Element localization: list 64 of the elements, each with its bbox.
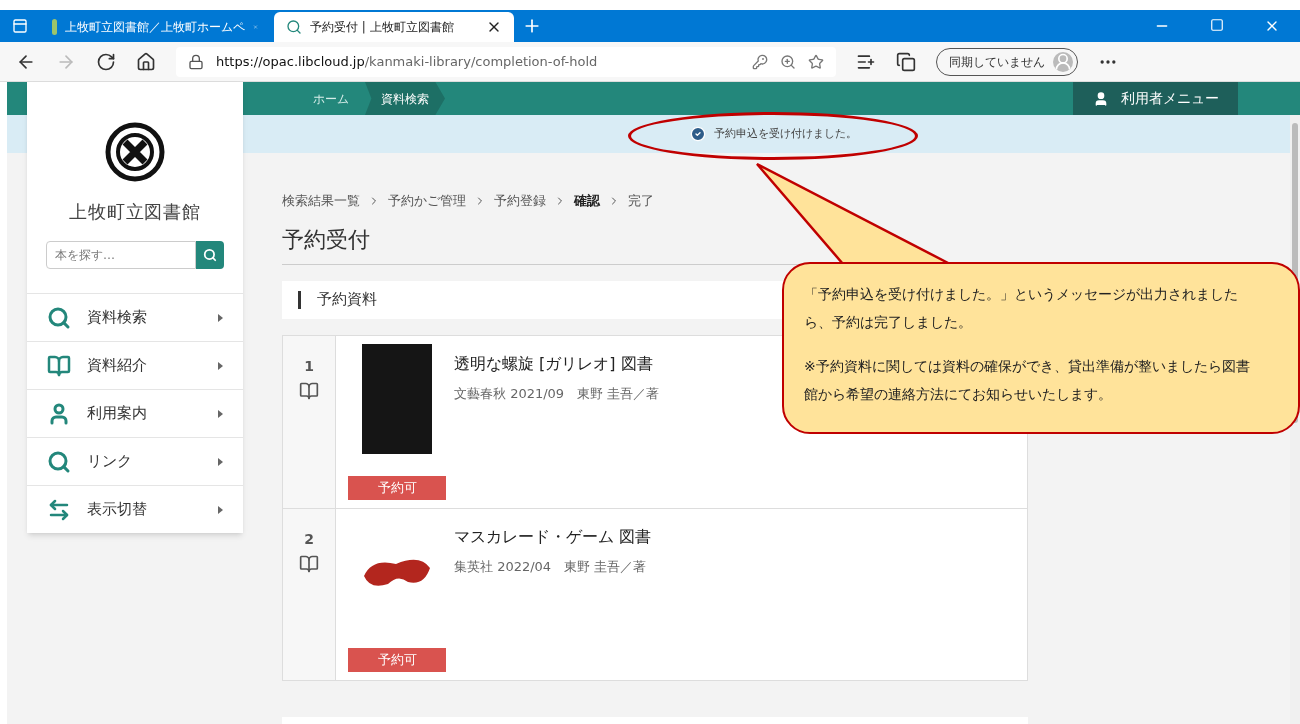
sidebar-label: 資料検索 bbox=[87, 307, 148, 329]
search-icon bbox=[203, 248, 217, 262]
key-icon[interactable] bbox=[752, 53, 768, 70]
book-meta: 文藝春秋 2021/09 東野 圭吾／著 bbox=[454, 384, 660, 403]
callout-text: 「予約申込を受け付けました。」というメッセージが出力されましたら、予約は完了しました。 bbox=[804, 285, 1239, 332]
sidebar-item[interactable]: 資料検索 bbox=[27, 293, 243, 341]
book-title[interactable]: マスカレード・ゲーム 図書 bbox=[454, 524, 652, 549]
user-menu-button[interactable]: 利用者メニュー bbox=[1073, 82, 1238, 115]
favorite-icon[interactable] bbox=[808, 53, 824, 70]
sidebar-item[interactable]: 利用案内 bbox=[27, 389, 243, 437]
url-text: https://opac.libcloud.jp/kanmaki-library/completion-of-hold bbox=[216, 52, 598, 71]
emblem-logo bbox=[105, 122, 165, 182]
browser-tab[interactable]: 上牧町立図書館／上牧町ホームペ bbox=[40, 12, 270, 42]
caret-icon bbox=[218, 409, 223, 418]
breadcrumb-link[interactable]: 予約登録 bbox=[494, 191, 546, 211]
book-meta: 集英社 2022/04 東野 圭吾／著 bbox=[454, 557, 648, 576]
sidebar-item[interactable]: 資料紹介 bbox=[27, 341, 243, 389]
swap-icon bbox=[47, 497, 71, 522]
callout-text: ※予約資料に関しては資料の確保ができ、貸出準備が整いましたら図書館から希望の連絡方法にてお知らせいたします。 bbox=[804, 357, 1251, 404]
section-title: 予約資料 bbox=[317, 289, 377, 311]
sidebar-item[interactable]: リンク bbox=[27, 437, 243, 485]
sidebar-label: 表示切替 bbox=[87, 499, 148, 521]
tab-actions-icon[interactable] bbox=[12, 18, 28, 34]
zoom-icon[interactable] bbox=[780, 53, 796, 70]
maximize-icon[interactable] bbox=[1210, 18, 1224, 32]
sidebar-label: 資料紹介 bbox=[87, 355, 148, 377]
nav-link[interactable]: 資料検索 bbox=[365, 82, 445, 115]
library-name: 上牧町立図書館 bbox=[68, 200, 202, 224]
collections-icon[interactable] bbox=[896, 51, 916, 72]
sidebar-label: 利用案内 bbox=[87, 403, 148, 425]
caret-icon bbox=[218, 313, 223, 322]
book-icon bbox=[299, 380, 319, 401]
item-number: 1 bbox=[304, 356, 314, 376]
tab-title: 予約受付 | 上牧町立図書館 bbox=[310, 19, 455, 36]
lock-icon bbox=[188, 53, 204, 70]
status-badge: 予約可 bbox=[348, 475, 446, 500]
book-title[interactable]: 透明な螺旋 [ガリレオ] 図書 bbox=[454, 351, 660, 376]
caret-icon bbox=[218, 457, 223, 466]
sidebar-label: リンク bbox=[87, 451, 133, 473]
check-icon bbox=[690, 126, 706, 142]
home-icon[interactable] bbox=[136, 51, 156, 72]
notice-text: 予約申込を受け付けました。 bbox=[714, 125, 857, 142]
search-icon bbox=[47, 305, 71, 330]
item-number: 2 bbox=[304, 529, 314, 549]
search-button[interactable] bbox=[196, 241, 224, 269]
reload-icon[interactable] bbox=[96, 51, 116, 72]
breadcrumb-link[interactable]: 予約かご管理 bbox=[388, 191, 466, 211]
caret-icon bbox=[218, 361, 223, 370]
address-field[interactable]: https://opac.libcloud.jp/kanmaki-library/completion-of-hold bbox=[176, 46, 836, 77]
search-icon bbox=[47, 449, 71, 474]
breadcrumb-link[interactable]: 検索結果一覧 bbox=[282, 191, 360, 211]
search-field[interactable]: 本を探す… bbox=[46, 241, 196, 269]
status-badge: 予約可 bbox=[348, 647, 446, 672]
browser-tab[interactable]: 予約受付 | 上牧町立図書館 bbox=[274, 12, 514, 42]
library-icon bbox=[286, 19, 302, 35]
breadcrumb-link[interactable]: 確認 bbox=[574, 191, 600, 211]
nav-link[interactable]: ホーム bbox=[297, 82, 365, 115]
caret-icon bbox=[218, 505, 223, 514]
breadcrumb-link[interactable]: 完了 bbox=[628, 191, 654, 211]
book-icon bbox=[299, 553, 319, 574]
sidebar-item[interactable]: 表示切替 bbox=[27, 485, 243, 533]
avatar-icon bbox=[1053, 51, 1073, 72]
book-icon bbox=[47, 353, 71, 378]
tab-title: 上牧町立図書館／上牧町ホームペ bbox=[65, 19, 245, 36]
